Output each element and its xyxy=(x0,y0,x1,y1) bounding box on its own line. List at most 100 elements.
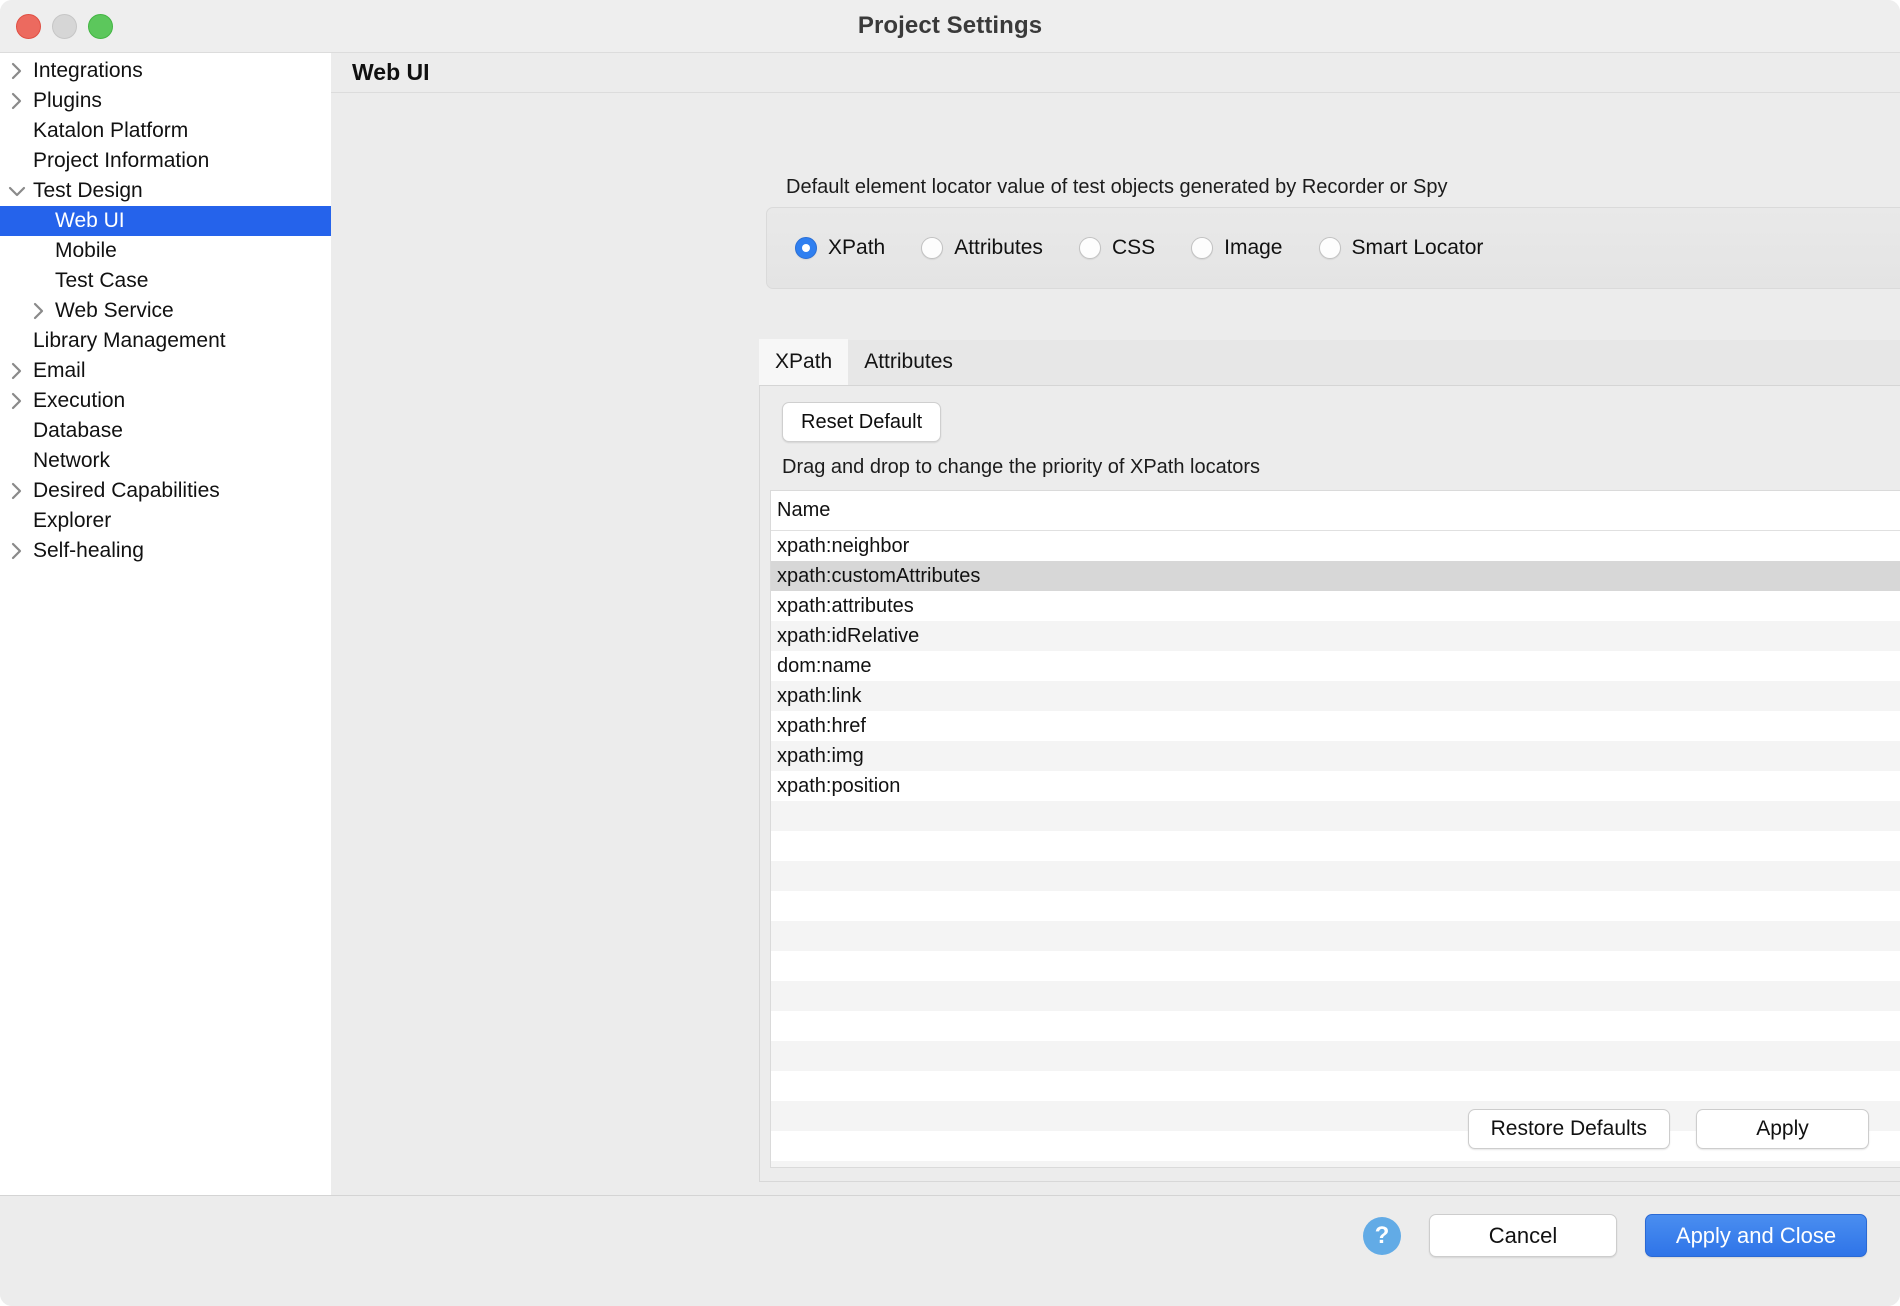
radio-attributes[interactable]: Attributes xyxy=(921,236,1043,260)
locator-name: dom:name xyxy=(777,655,872,678)
window-controls xyxy=(16,14,113,39)
sidebar-item-web-service[interactable]: Web Service xyxy=(0,296,331,326)
sidebar-item-test-design[interactable]: Test Design xyxy=(0,176,331,206)
table-row-empty[interactable] xyxy=(771,1041,1900,1071)
chevron-right-icon[interactable] xyxy=(28,300,50,322)
column-header-name: Name xyxy=(777,499,830,522)
sidebar-item-integrations[interactable]: Integrations xyxy=(0,56,331,86)
tab-label: XPath xyxy=(775,350,832,374)
sidebar-item-katalon-platform[interactable]: Katalon Platform xyxy=(0,116,331,146)
sidebar-item-label: Integrations xyxy=(33,59,143,83)
table-row-empty[interactable] xyxy=(771,861,1900,891)
tab-label: Attributes xyxy=(864,350,953,374)
help-icon[interactable]: ? xyxy=(1363,1217,1401,1255)
xpath-locator-list[interactable]: Name xpath:neighbor xpath:customAttribute… xyxy=(770,490,1900,1168)
radio-knob-icon xyxy=(1319,237,1341,259)
sidebar-item-execution[interactable]: Execution xyxy=(0,386,331,416)
table-row[interactable]: xpath:attributes xyxy=(771,591,1900,621)
table-row[interactable]: dom:name xyxy=(771,651,1900,681)
tab-attributes[interactable]: Attributes xyxy=(848,339,969,385)
restore-defaults-button[interactable]: Restore Defaults xyxy=(1468,1109,1670,1149)
tab-body-xpath: Reset Default Drag and drop to change th… xyxy=(759,386,1900,1182)
window-title: Project Settings xyxy=(858,12,1042,40)
sidebar-item-label: Self-healing xyxy=(33,539,144,563)
no-twisty xyxy=(6,420,28,442)
table-row-empty[interactable] xyxy=(771,951,1900,981)
settings-sidebar[interactable]: Integrations Plugins Katalon Platform Proje… xyxy=(0,53,331,1195)
chevron-down-icon[interactable] xyxy=(6,180,28,202)
table-row[interactable]: xpath:customAttributes xyxy=(771,561,1900,591)
chevron-right-icon[interactable] xyxy=(6,360,28,382)
chevron-right-icon[interactable] xyxy=(6,480,28,502)
chevron-right-icon[interactable] xyxy=(6,90,28,112)
sidebar-item-label: Email xyxy=(33,359,86,383)
radio-label: Attributes xyxy=(954,236,1043,260)
radio-label: CSS xyxy=(1112,236,1155,260)
radio-label: Smart Locator xyxy=(1352,236,1484,260)
chevron-right-icon[interactable] xyxy=(6,60,28,82)
sidebar-item-network[interactable]: Network xyxy=(0,446,331,476)
chevron-right-icon[interactable] xyxy=(6,390,28,412)
sidebar-item-library-management[interactable]: Library Management xyxy=(0,326,331,356)
locator-hint-label: Default element locator value of test ob… xyxy=(786,176,1447,199)
table-row-empty[interactable] xyxy=(771,921,1900,951)
sidebar-item-mobile[interactable]: Mobile xyxy=(0,236,331,266)
tab-xpath[interactable]: XPath xyxy=(759,339,848,385)
sidebar-item-plugins[interactable]: Plugins xyxy=(0,86,331,116)
locator-tab-panel: XPath Attributes Reset Default Drag and d… xyxy=(759,340,1900,1182)
sidebar-item-label: Project Information xyxy=(33,149,209,173)
apply-button[interactable]: Apply xyxy=(1696,1109,1869,1149)
table-row[interactable]: xpath:link xyxy=(771,681,1900,711)
radio-label: XPath xyxy=(828,236,885,260)
table-row[interactable]: xpath:position xyxy=(771,771,1900,801)
table-row-empty[interactable] xyxy=(771,981,1900,1011)
table-row-empty[interactable] xyxy=(771,1011,1900,1041)
sidebar-item-project-information[interactable]: Project Information xyxy=(0,146,331,176)
sidebar-item-label: Explorer xyxy=(33,509,111,533)
table-row[interactable]: xpath:href xyxy=(771,711,1900,741)
sidebar-item-database[interactable]: Database xyxy=(0,416,331,446)
sidebar-item-email[interactable]: Email xyxy=(0,356,331,386)
cancel-button[interactable]: Cancel xyxy=(1429,1214,1617,1257)
locator-name: xpath:img xyxy=(777,745,864,768)
sidebar-item-self-healing[interactable]: Self-healing xyxy=(0,536,331,566)
radio-xpath[interactable]: XPath xyxy=(795,236,885,260)
sidebar-item-label: Network xyxy=(33,449,110,473)
chevron-right-icon[interactable] xyxy=(6,540,28,562)
project-settings-window: Project Settings Integrations Plugins Kata… xyxy=(0,0,1900,1306)
settings-main-panel: Web UI Default element locator value of … xyxy=(331,53,1900,1195)
apply-and-close-button[interactable]: Apply and Close xyxy=(1645,1214,1867,1257)
sidebar-item-desired-capabilities[interactable]: Desired Capabilities xyxy=(0,476,331,506)
sidebar-item-test-case[interactable]: Test Case xyxy=(0,266,331,296)
minimize-button[interactable] xyxy=(52,14,77,39)
page-title: Web UI xyxy=(352,59,430,86)
no-twisty xyxy=(6,510,28,532)
table-row-empty[interactable] xyxy=(771,801,1900,831)
reset-default-button[interactable]: Reset Default xyxy=(782,402,941,442)
table-row[interactable]: xpath:idRelative xyxy=(771,621,1900,651)
dialog-footer: ? Cancel Apply and Close xyxy=(0,1195,1900,1306)
sidebar-item-label: Plugins xyxy=(33,89,102,113)
panel-action-bar: Restore Defaults Apply xyxy=(1468,1109,1869,1149)
tab-strip: XPath Attributes xyxy=(759,340,1900,386)
default-locator-radio-group: XPath Attributes CSS Image Smart Locator xyxy=(766,207,1900,289)
radio-css[interactable]: CSS xyxy=(1079,236,1155,260)
locator-name: xpath:position xyxy=(777,775,900,798)
table-row-empty[interactable] xyxy=(771,1161,1900,1168)
sidebar-item-web-ui[interactable]: Web UI xyxy=(0,206,331,236)
sidebar-item-label: Test Design xyxy=(33,179,143,203)
table-row-empty[interactable] xyxy=(771,891,1900,921)
radio-smart-locator[interactable]: Smart Locator xyxy=(1319,236,1484,260)
radio-knob-icon xyxy=(1191,237,1213,259)
table-row[interactable]: xpath:img xyxy=(771,741,1900,771)
radio-image[interactable]: Image xyxy=(1191,236,1282,260)
table-row-empty[interactable] xyxy=(771,831,1900,861)
zoom-button[interactable] xyxy=(88,14,113,39)
no-twisty xyxy=(6,450,28,472)
table-row[interactable]: xpath:neighbor xyxy=(771,531,1900,561)
close-button[interactable] xyxy=(16,14,41,39)
locator-name: xpath:customAttributes xyxy=(777,565,980,588)
panel-header: Web UI xyxy=(331,53,1900,93)
sidebar-item-explorer[interactable]: Explorer xyxy=(0,506,331,536)
table-row-empty[interactable] xyxy=(771,1071,1900,1101)
